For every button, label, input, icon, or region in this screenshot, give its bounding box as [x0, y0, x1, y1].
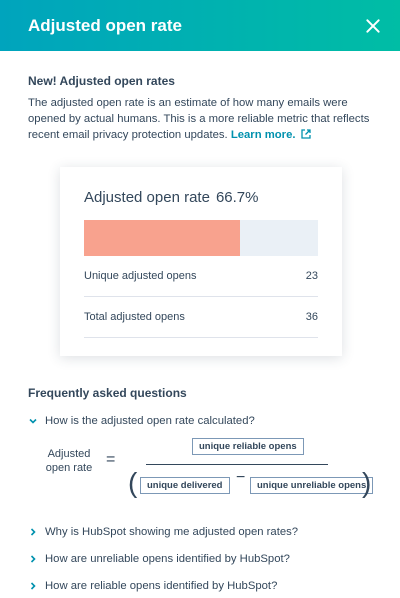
formula-denominator-left: unique delivered — [140, 477, 230, 494]
intro-text: The adjusted open rate is an estimate of… — [28, 95, 372, 143]
intro-description: The adjusted open rate is an estimate of… — [28, 97, 370, 141]
faq-item-calculated[interactable]: How is the adjusted open rate calculated… — [28, 415, 372, 427]
faq-question: How are reliable opens identified by Hub… — [45, 580, 278, 592]
formula-equals: = — [106, 451, 116, 468]
faq-item-reliable[interactable]: How are reliable opens identified by Hub… — [28, 580, 372, 592]
progress-bar-fill — [84, 220, 241, 256]
stat-value: 36 — [305, 311, 318, 323]
faq-question: Why is HubSpot showing me adjusted open … — [45, 526, 299, 538]
learn-more-label: Learn more. — [230, 129, 296, 141]
formula-paren-left: ( — [128, 467, 138, 498]
formula-numerator: unique reliable opens — [192, 438, 304, 455]
panel-header: Adjusted open rate — [0, 0, 400, 51]
close-icon[interactable] — [362, 15, 384, 37]
adjusted-open-rate-card: Adjusted open rate 66.7% Unique adjusted… — [60, 167, 342, 356]
stat-value: 23 — [305, 270, 318, 282]
formula-denominator-right: unique unreliable opens — [250, 477, 374, 494]
metric-line: Adjusted open rate 66.7% — [84, 189, 318, 206]
formula-minus: − — [236, 469, 246, 486]
intro-heading: New! Adjusted open rates — [28, 74, 175, 88]
stat-label: Unique adjusted opens — [84, 270, 197, 282]
progress-bar — [84, 220, 318, 256]
panel-body: New! Adjusted open rates The adjusted op… — [0, 74, 400, 592]
formula: Adjusted open rate = unique reliable ope… — [28, 433, 374, 511]
stat-row-total: Total adjusted opens 36 — [84, 297, 318, 338]
faq-item-unreliable[interactable]: How are unreliable opens identified by H… — [28, 553, 372, 565]
metric-label: Adjusted open rate — [84, 189, 210, 206]
formula-paren-right: ) — [362, 467, 372, 498]
stat-label: Total adjusted opens — [84, 311, 185, 323]
stat-row-unique: Unique adjusted opens 23 — [84, 256, 318, 297]
chevron-right-icon — [30, 528, 36, 536]
formula-label: Adjusted open rate — [45, 448, 93, 474]
metric-value: 66.7% — [215, 189, 259, 206]
faq-question: How is the adjusted open rate calculated… — [45, 415, 255, 427]
faq-question: How are unreliable opens identified by H… — [45, 553, 290, 565]
faq-item-why[interactable]: Why is HubSpot showing me adjusted open … — [28, 526, 372, 538]
chevron-right-icon — [30, 555, 36, 563]
external-link-icon — [300, 129, 311, 139]
panel-title: Adjusted open rate — [28, 15, 182, 35]
faq-heading: Frequently asked questions — [28, 386, 187, 400]
formula-fraction-line — [146, 464, 328, 465]
chevron-right-icon — [30, 582, 36, 590]
learn-more-link[interactable]: Learn more. — [231, 129, 311, 141]
chevron-down-icon — [29, 418, 37, 424]
